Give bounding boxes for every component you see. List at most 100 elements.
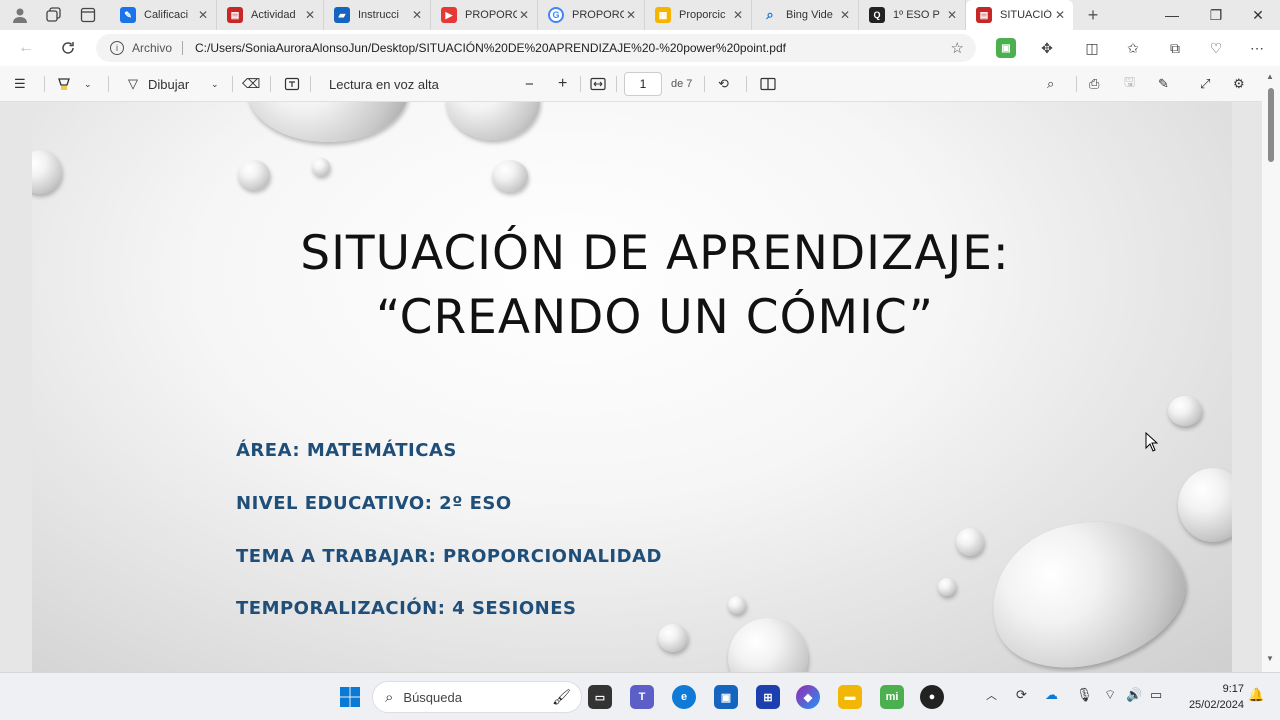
taskbar: ⌕ Búsqueda 🖌 ▭ T e ▣ ⊞ ◆ ▬ mi ● ︿ ⟳ ☁ 🎙 … [0,672,1280,720]
back-button[interactable]: ← [10,32,42,64]
info-icon[interactable]: i [110,41,124,55]
scroll-up-icon[interactable]: ▲ [1266,72,1274,81]
zoom-in-button[interactable]: + [558,74,567,94]
close-icon[interactable]: ✕ [624,8,638,22]
windows-start-icon[interactable] [338,685,362,709]
extensions-puzzle-icon[interactable]: ✥ [1037,38,1057,58]
sync-icon[interactable]: ⟳ [1016,687,1027,703]
chevron-up-icon[interactable]: ︿ [986,687,997,703]
store-icon[interactable]: ⊞ [756,685,780,709]
chevron-down-icon[interactable]: ⌄ [211,74,219,94]
save-as-icon[interactable]: ✎ [1158,74,1169,94]
bing-search-icon: ⌕ [766,7,774,22]
close-icon[interactable]: ✕ [517,8,531,22]
notifications-icon[interactable]: 🔔 [1248,687,1264,703]
water-drop-image [972,495,1202,672]
favorite-star-icon[interactable]: ☆ [951,39,964,57]
page-number-input[interactable]: 1 [624,72,662,96]
save-icon[interactable]: 🖫 [1124,74,1135,94]
file-explorer-icon[interactable]: ▬ [838,685,862,709]
browser-essentials-icon[interactable]: ♡ [1206,38,1226,58]
tab-title: PROPORC [572,9,624,21]
draw-pen-icon: ▽ [128,76,138,91]
volume-icon[interactable]: 🔊 [1126,687,1142,703]
page-total: de 7 [671,78,693,90]
search-icon: ⌕ [385,688,394,706]
recorder-icon[interactable]: ● [920,685,944,709]
teams-icon[interactable]: T [630,685,654,709]
app-icon[interactable]: mi [880,685,904,709]
profile-icon[interactable] [6,1,34,29]
tab-bing-videos[interactable]: ⌕ Bing Vide ✕ [752,0,859,30]
clock-date: 25/02/2024 [1188,699,1244,711]
tab-youtube-proporc[interactable]: ▶ PROPORC ✕ [431,0,538,30]
url-text[interactable]: C:/Users/SoniaAuroraAlonsoJun/Desktop/SI… [195,41,786,55]
restore-button[interactable]: ❐ [1194,0,1238,30]
close-icon[interactable]: ✕ [196,8,210,22]
close-icon[interactable]: ✕ [410,8,424,22]
pdf-viewer[interactable]: SITUACIÓN DE APRENDIZAJE: “CREANDO UN CÓ… [0,102,1280,672]
text-box-icon[interactable] [284,74,300,94]
taskbar-search[interactable]: ⌕ Búsqueda 🖌 [372,681,582,713]
tab-google-proporc[interactable]: G PROPORC ✕ [538,0,645,30]
scroll-down-icon[interactable]: ▼ [1266,654,1274,663]
page-view-icon[interactable] [760,74,776,94]
eraser-icon[interactable]: ⌫ [242,74,260,94]
workspaces-icon[interactable] [40,1,68,29]
tab-actions-icon[interactable] [74,1,102,29]
tab-situacion-pdf[interactable]: ▤ SITUACIÓ ✕ [966,0,1073,30]
rotate-icon[interactable]: ⟲ [718,74,729,94]
contents-list-icon[interactable]: ☰ [14,74,26,94]
read-aloud-button[interactable]: Lectura en voz alta [329,74,439,94]
close-window-button[interactable]: ✕ [1236,0,1280,30]
divider [232,76,233,92]
print-icon[interactable]: ⎙ [1089,74,1099,94]
zoom-out-button[interactable]: − [525,74,534,94]
highlight-icon[interactable] [56,74,72,94]
close-icon[interactable]: ✕ [303,8,317,22]
split-screen-icon[interactable]: ◫ [1082,38,1102,58]
tab-bar: ✎ Calificaci ✕ ▤ Actividad ✕ ▰ Instrucci… [0,0,1280,30]
onedrive-icon[interactable]: ☁ [1045,687,1058,703]
water-drop-image [728,618,808,672]
microphone-icon[interactable]: 🎙 [1076,687,1093,703]
tab-calificaciones[interactable]: ✎ Calificaci ✕ [110,0,217,30]
water-drop-image [238,160,270,190]
tab-actividad[interactable]: ▤ Actividad ✕ [217,0,324,30]
close-icon[interactable]: ✕ [731,8,745,22]
task-view-icon[interactable]: ▭ [588,685,612,709]
settings-more-icon[interactable]: ⋯ [1247,38,1267,58]
photos-icon[interactable]: ▣ [714,685,738,709]
clock[interactable]: 9:17 25/02/2024 [1180,681,1244,713]
divider [616,76,617,92]
tab-slides-proporcion[interactable]: ▦ Proporcic ✕ [645,0,752,30]
extension-icon[interactable]: ▣ [996,38,1016,58]
tab-instrucciones[interactable]: ▰ Instrucci ✕ [324,0,431,30]
url-field[interactable]: i Archivo C:/Users/SoniaAuroraAlonsoJun/… [96,34,976,62]
collections-icon[interactable]: ⧉ [1165,38,1185,58]
minimize-button[interactable]: — [1150,0,1194,30]
wifi-icon[interactable]: ⌔ [1104,687,1116,703]
tab-quizizz[interactable]: Q 1º ESO P ✕ [859,0,966,30]
water-drop-image [446,102,540,140]
close-icon[interactable]: ✕ [945,8,959,22]
scroll-thumb[interactable] [1268,88,1274,162]
fit-to-page-icon[interactable] [590,74,606,94]
draw-button[interactable]: ▽ Dibujar [128,74,189,94]
scrollbar[interactable]: ▲ ▼ [1262,66,1280,672]
copilot-icon[interactable]: ◆ [796,685,820,709]
settings-gear-icon[interactable]: ⚙ [1233,74,1245,94]
address-bar: ← i Archivo C:/Users/SoniaAuroraAlonsoJu… [0,30,1280,66]
fullscreen-icon[interactable]: ⤢ [1200,74,1210,94]
new-tab-button[interactable]: + [1079,5,1107,26]
chevron-down-icon[interactable]: ⌄ [84,74,92,94]
close-icon[interactable]: ✕ [1053,8,1067,22]
close-icon[interactable]: ✕ [838,8,852,22]
divider [580,76,581,92]
tab-title: Calificaci [144,9,189,21]
battery-icon[interactable]: ▭ [1150,687,1162,703]
search-icon[interactable]: ⌕ [1047,74,1054,94]
favorites-icon[interactable]: ✩ [1123,38,1143,58]
refresh-button[interactable] [52,32,84,64]
edge-browser-icon[interactable]: e [672,685,696,709]
